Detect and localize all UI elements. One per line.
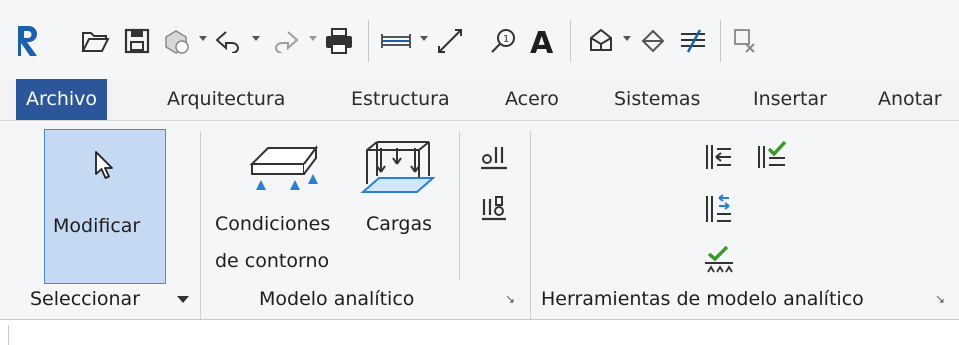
panel-title-seleccionar[interactable]: Seleccionar — [30, 288, 140, 310]
view-border — [8, 325, 9, 345]
modificar-button[interactable]: Modificar — [44, 129, 166, 284]
tag-icon[interactable]: 1 — [486, 22, 520, 60]
panel-title-modelo-analitico: Modelo analítico — [259, 288, 415, 310]
undo-dropdown-icon[interactable] — [252, 36, 260, 41]
toolbar-separator — [720, 20, 721, 62]
measure-icon[interactable] — [378, 22, 414, 60]
seleccionar-dropdown-icon[interactable] — [177, 296, 189, 303]
align-analytical-icon[interactable] — [703, 141, 733, 173]
revit-logo-icon[interactable] — [12, 22, 46, 60]
tab-sistemas[interactable]: Sistemas — [614, 79, 700, 120]
sync-central-icon[interactable] — [160, 22, 194, 60]
panel-separator — [459, 131, 460, 281]
redo-dropdown-icon[interactable] — [309, 36, 317, 41]
loads-icon[interactable] — [359, 136, 436, 198]
check-supports-icon[interactable] — [703, 244, 735, 274]
svg-text:1: 1 — [503, 34, 509, 45]
tab-arquitectura[interactable]: Arquitectura — [167, 79, 285, 120]
ribbon-tab-strip: Archivo Arquitectura Estructura Acero Si… — [0, 79, 959, 121]
analytical-member-icon[interactable] — [480, 143, 508, 173]
panel-title-herramientas: Herramientas de modelo analítico — [541, 288, 864, 310]
quick-access-toolbar: 1 A — [0, 0, 959, 79]
analytical-panel-icon[interactable] — [480, 193, 508, 225]
dialog-launcher-icon[interactable]: ↘ — [505, 292, 519, 306]
view-dropdown-icon[interactable] — [623, 36, 631, 41]
condiciones-label-line1: Condiciones — [215, 213, 331, 235]
cargas-label: Cargas — [366, 213, 432, 235]
boundary-conditions-icon[interactable] — [246, 140, 330, 196]
svg-text:A: A — [530, 26, 554, 56]
panel-separator — [200, 131, 201, 319]
default-3d-view-icon[interactable] — [584, 22, 618, 60]
tab-estructura[interactable]: Estructura — [351, 79, 450, 120]
toolbar-separator — [570, 20, 571, 62]
measure-dropdown-icon[interactable] — [420, 36, 428, 41]
modificar-label: Modificar — [53, 215, 141, 237]
panel-separator — [530, 131, 531, 319]
section-icon[interactable] — [636, 22, 670, 60]
sync-dropdown-icon[interactable] — [199, 36, 207, 41]
consistency-check-icon[interactable] — [755, 138, 789, 172]
print-icon[interactable] — [322, 22, 356, 60]
reset-analytical-icon[interactable] — [703, 192, 733, 226]
view-area — [0, 320, 959, 345]
tab-acero[interactable]: Acero — [505, 79, 559, 120]
dialog-launcher-icon[interactable]: ↘ — [935, 292, 949, 306]
cursor-arrow-icon — [93, 150, 117, 186]
close-hidden-windows-icon[interactable] — [730, 22, 760, 60]
aligned-dimension-icon[interactable] — [433, 22, 467, 60]
save-icon[interactable] — [120, 22, 154, 60]
thin-lines-icon[interactable] — [676, 22, 710, 60]
tab-anotar[interactable]: Anotar — [878, 79, 942, 120]
open-folder-icon[interactable] — [78, 22, 112, 60]
text-icon[interactable]: A — [526, 22, 560, 60]
tab-insertar[interactable]: Insertar — [753, 79, 827, 120]
condiciones-label-line2: de contorno — [215, 250, 330, 272]
redo-icon[interactable] — [268, 22, 302, 60]
undo-icon[interactable] — [212, 22, 246, 60]
toolbar-separator — [368, 20, 369, 62]
tab-archivo[interactable]: Archivo — [16, 79, 108, 120]
